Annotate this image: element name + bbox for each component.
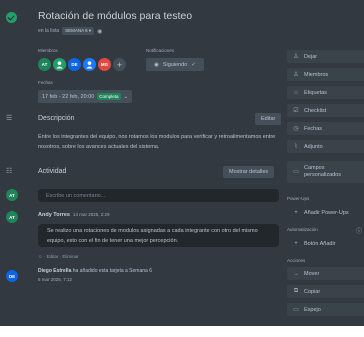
sidebar-button-copy[interactable]: ⧉ Copiar [287, 285, 364, 298]
clock-icon: ◷ [293, 126, 299, 132]
activity-time[interactable]: 6 mar 2025, 7:12 [38, 277, 72, 282]
dates-label: Fechas [38, 80, 53, 85]
add-powerups-button[interactable]: + Añadir Power-Ups [287, 206, 348, 219]
card-list-info: en la lista SEMANA 6 ▾ ◉ [38, 27, 102, 35]
plus-icon: + [294, 240, 298, 247]
follow-button[interactable]: ◉ Siguiendo ✓ [146, 58, 204, 71]
avatar[interactable]: DE [68, 58, 81, 71]
members-label: Miembros [38, 48, 58, 53]
info-icon[interactable]: ⓘ [356, 226, 362, 235]
member-avatars: AT DE MG + [38, 58, 126, 71]
actions-label: Acciones [287, 258, 306, 263]
person-icon: ♙ [293, 72, 299, 78]
comment-actions[interactable]: ☺ · Editar · Eliminar [38, 254, 79, 259]
avatar[interactable]: AT [6, 211, 18, 223]
activity-icon: ☷ [6, 168, 13, 175]
chevron-down-icon: ⌄ [123, 93, 129, 100]
sidebar-button-move[interactable]: → Mover [287, 267, 364, 280]
card-detail-dialog: Rotación de módulos para testeo en la li… [0, 0, 364, 326]
add-button-automation[interactable]: + Botón Añadir [287, 237, 335, 250]
comment-author: Andy Torres 14 mar 2025, 2:29 [38, 212, 110, 218]
custom-fields-icon: ▭ [293, 168, 299, 175]
mirror-icon: ▭ [293, 307, 299, 313]
tag-icon: ⌂ [294, 89, 298, 96]
plus-icon: + [294, 209, 298, 216]
sidebar-button-checklist[interactable]: ☑ Checklist [287, 104, 364, 117]
avatar[interactable] [53, 58, 66, 71]
eye-icon: ◉ [154, 61, 159, 68]
arrow-right-icon: → [293, 270, 299, 277]
comment-input[interactable]: Escribe un comentario... [38, 189, 279, 202]
person-minus-icon: ♙ [293, 54, 299, 60]
in-list-prefix: en la lista [38, 28, 60, 34]
sidebar-button-labels[interactable]: ⌂ Etiquetas [287, 86, 364, 99]
description-title: Descripción [38, 115, 75, 122]
sidebar-button-attachment[interactable]: ⌇ Adjunto [287, 140, 364, 153]
list-name-button[interactable]: SEMANA 6 ▾ [62, 27, 95, 35]
paperclip-icon: ⌇ [294, 144, 298, 150]
automation-label: Automatización [287, 227, 318, 232]
sidebar-button-dates[interactable]: ◷ Fechas [287, 122, 364, 135]
checklist-icon: ☑ [293, 108, 299, 114]
dates-button[interactable]: 17 feb - 22 feb, 20:00 Completa ⌄ [38, 90, 133, 103]
avatar[interactable] [83, 58, 96, 71]
avatar[interactable]: DE [6, 270, 18, 282]
check-icon: ✓ [191, 61, 196, 68]
sidebar-button-mirror[interactable]: ▭ Espejo [287, 303, 364, 316]
activity-title: Actividad [38, 168, 67, 175]
description-icon: ☰ [6, 115, 13, 122]
avatar: AT [6, 189, 18, 201]
card-complete-icon[interactable] [6, 12, 17, 23]
show-details-button[interactable]: Mostrar detalles [223, 166, 275, 178]
card-title[interactable]: Rotación de módulos para testeo [38, 10, 192, 22]
edit-description-button[interactable]: Editar [255, 113, 282, 125]
avatar[interactable]: MG [98, 58, 111, 71]
activity-entry: Diego Estrella ha añadido esta tarjeta a… [38, 268, 152, 274]
sidebar-button-custom-fields[interactable]: ▭ Campos personalizados [287, 161, 364, 183]
sidebar-button-leave[interactable]: ♙ Dejar [287, 50, 364, 63]
eye-icon: ◉ [97, 28, 103, 35]
sidebar-button-members[interactable]: ♙ Miembros [287, 68, 364, 81]
copy-icon: ⧉ [293, 288, 299, 294]
comment-text: Se realizo una rotaciones de modulos asi… [38, 224, 279, 247]
powerups-label: Power-Ups [287, 196, 310, 201]
description-text[interactable]: Entre los integrantes del equipo, nos ro… [38, 132, 283, 152]
add-member-button[interactable]: + [113, 58, 126, 71]
status-badge: Completa [97, 93, 121, 100]
avatar[interactable]: AT [38, 58, 51, 71]
notifications-label: Notificaciones [146, 48, 175, 53]
